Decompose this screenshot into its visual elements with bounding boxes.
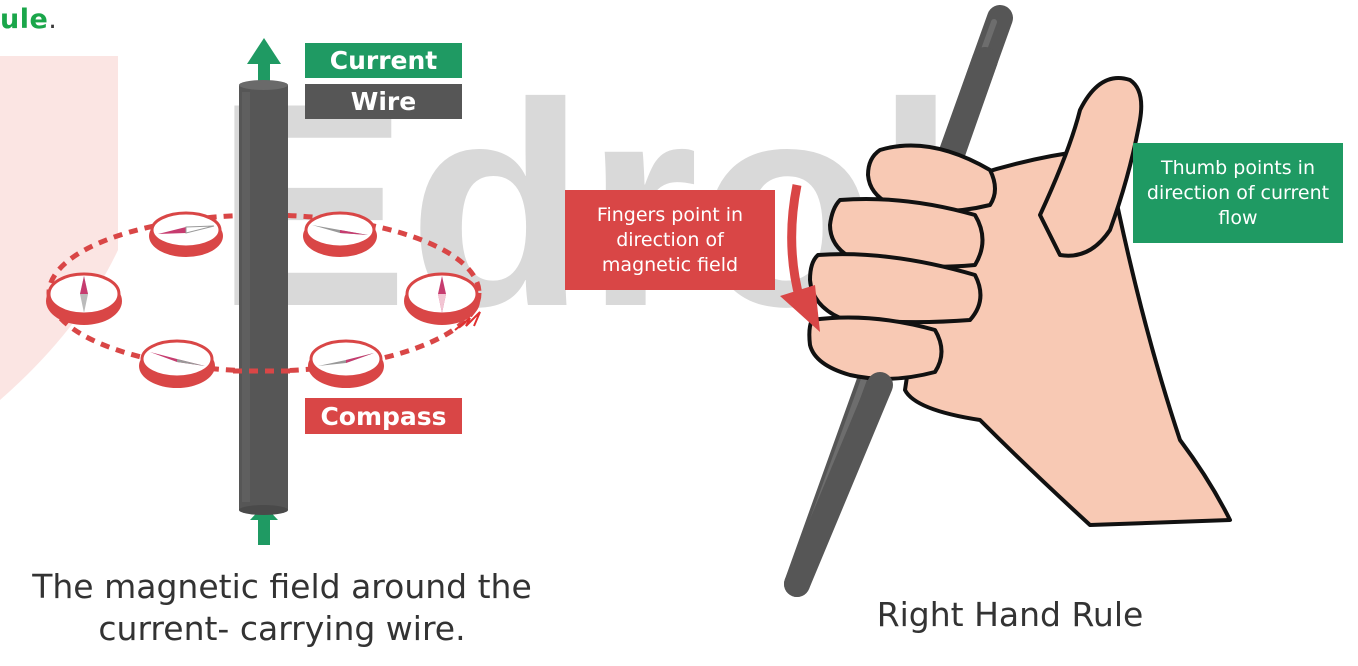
compass-bottom-right (308, 339, 384, 388)
wire (239, 80, 288, 515)
fingers-label: Fingers point in direction of magnetic f… (565, 190, 775, 290)
wire-label: Wire (305, 84, 462, 119)
thumb-label: Thumb points in direction of current flo… (1133, 143, 1343, 243)
finger-little (807, 315, 944, 381)
compass-label: Compass (305, 398, 462, 434)
rod-bottom (784, 372, 893, 597)
compass-left (46, 272, 122, 325)
header-fragment-period: . (48, 4, 58, 35)
header-fragment-text: ule (0, 4, 49, 35)
header-fragment: ule. (0, 4, 57, 35)
right-caption: Right Hand Rule (876, 595, 1144, 634)
compass-right (404, 272, 480, 325)
left-caption-line1: The magnetic field around the (32, 567, 532, 606)
compass-top-right (303, 211, 377, 257)
decor-panel (0, 56, 118, 400)
current-label: Current (305, 43, 462, 78)
diagram-canvas: Edrol (0, 0, 1358, 666)
left-caption-line2: current- carrying wire. (98, 609, 466, 648)
compass-bottom-left (139, 339, 215, 388)
left-caption: The magnetic field around the current- c… (0, 566, 564, 650)
compass-top-left (149, 211, 223, 257)
